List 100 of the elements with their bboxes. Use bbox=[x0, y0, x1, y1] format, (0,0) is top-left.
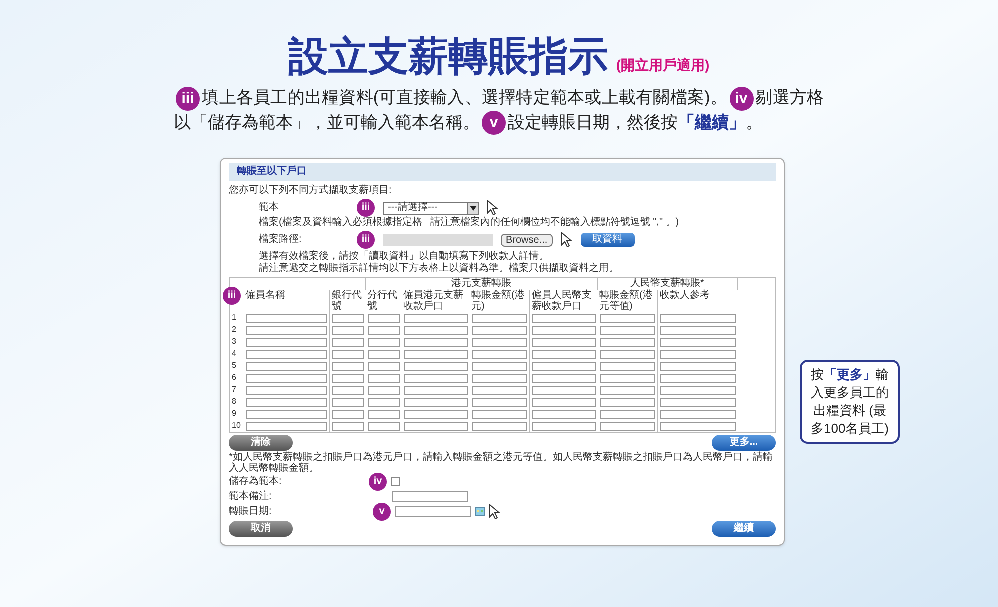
text-field[interactable] bbox=[472, 362, 527, 370]
text-field[interactable] bbox=[660, 386, 736, 394]
text-field[interactable] bbox=[600, 410, 655, 418]
text-field[interactable] bbox=[368, 398, 400, 406]
text-field[interactable] bbox=[660, 350, 736, 358]
text-field[interactable] bbox=[332, 314, 364, 322]
text-field[interactable] bbox=[660, 362, 736, 370]
calendar-icon[interactable] bbox=[475, 507, 485, 516]
text-field[interactable] bbox=[532, 422, 596, 430]
action-button[interactable]: 繼續 bbox=[712, 521, 776, 537]
text-field[interactable] bbox=[404, 374, 468, 382]
text-field[interactable] bbox=[532, 374, 596, 382]
column-header: 僱員人民幣支薪收款戶口 bbox=[532, 290, 592, 312]
text-field[interactable] bbox=[472, 338, 527, 346]
text-field[interactable] bbox=[404, 386, 468, 394]
text-field[interactable] bbox=[246, 350, 327, 358]
text-field[interactable] bbox=[660, 398, 736, 406]
text-field[interactable] bbox=[246, 314, 327, 322]
text-field[interactable] bbox=[368, 374, 400, 382]
column-header: 轉賬金額(港元) bbox=[472, 290, 525, 312]
secondary-button[interactable]: 取消 bbox=[229, 521, 293, 537]
step-badge: iv bbox=[730, 86, 754, 111]
text-field[interactable] bbox=[532, 338, 596, 346]
text-field[interactable] bbox=[472, 326, 527, 334]
text-field[interactable] bbox=[332, 338, 364, 346]
text-field[interactable] bbox=[600, 326, 655, 334]
text-field[interactable] bbox=[332, 374, 364, 382]
text-field[interactable] bbox=[332, 362, 364, 370]
text-field[interactable] bbox=[404, 350, 468, 358]
save-template-checkbox[interactable] bbox=[391, 477, 400, 486]
read-data-button[interactable]: 取資料 bbox=[580, 233, 635, 247]
text-field[interactable] bbox=[368, 338, 400, 346]
text-field[interactable] bbox=[404, 398, 468, 406]
action-button[interactable]: 更多... bbox=[712, 435, 776, 451]
text-field[interactable] bbox=[660, 410, 736, 418]
text-field[interactable] bbox=[368, 422, 400, 430]
file-path-field[interactable] bbox=[383, 234, 493, 246]
text-field[interactable] bbox=[600, 422, 655, 430]
text-field[interactable] bbox=[472, 410, 527, 418]
text-field[interactable] bbox=[368, 410, 400, 418]
text-field[interactable] bbox=[404, 326, 468, 334]
text-field[interactable] bbox=[404, 422, 468, 430]
text-field[interactable] bbox=[660, 326, 736, 334]
text-field[interactable] bbox=[660, 314, 736, 322]
text-field[interactable] bbox=[246, 362, 327, 370]
text-field[interactable] bbox=[332, 410, 364, 418]
text-field[interactable] bbox=[368, 314, 400, 322]
text-field[interactable] bbox=[600, 314, 655, 322]
text-field[interactable] bbox=[472, 422, 527, 430]
text-field[interactable] bbox=[472, 314, 527, 322]
text-field[interactable] bbox=[332, 398, 364, 406]
text-field[interactable] bbox=[532, 314, 596, 322]
text-field[interactable] bbox=[472, 350, 527, 358]
text-field[interactable] bbox=[246, 326, 327, 334]
text-field[interactable] bbox=[368, 326, 400, 334]
text-field[interactable] bbox=[246, 386, 327, 394]
text-field[interactable] bbox=[472, 374, 527, 382]
text-field[interactable] bbox=[368, 386, 400, 394]
text-field[interactable] bbox=[404, 314, 468, 322]
text-field[interactable] bbox=[600, 338, 655, 346]
secondary-button[interactable]: 清除 bbox=[229, 435, 293, 451]
text-field[interactable] bbox=[246, 410, 327, 418]
step-badge: iii bbox=[223, 287, 241, 305]
text-field[interactable] bbox=[332, 386, 364, 394]
text-field[interactable] bbox=[660, 374, 736, 382]
text-field[interactable] bbox=[404, 362, 468, 370]
text-field[interactable] bbox=[600, 386, 655, 394]
instructions-text: iii 填上各員工的出糧資料(可直接輸入、選擇特定範本或上載有關檔案)。 iv 剔選方格以「儲存為範本」，並可輸入範本名稱。 v 設定轉賬日期，然後按「繼續」。 bbox=[174, 86, 824, 136]
text-field[interactable] bbox=[332, 422, 364, 430]
text-field[interactable] bbox=[600, 398, 655, 406]
template-remark-field[interactable] bbox=[392, 491, 468, 502]
text-field[interactable] bbox=[472, 398, 527, 406]
text-field[interactable] bbox=[532, 362, 596, 370]
text-field[interactable] bbox=[532, 386, 596, 394]
text-field[interactable] bbox=[246, 422, 327, 430]
text-field[interactable] bbox=[600, 350, 655, 358]
text-field[interactable] bbox=[404, 410, 468, 418]
text-field[interactable] bbox=[532, 326, 596, 334]
column-header: 轉賬金額(港元等值) bbox=[600, 290, 653, 312]
text-field[interactable] bbox=[532, 398, 596, 406]
template-select[interactable]: ---請選擇--- bbox=[383, 202, 479, 214]
text-field[interactable] bbox=[600, 362, 655, 370]
text-field[interactable] bbox=[600, 374, 655, 382]
transfer-date-field[interactable] bbox=[395, 506, 471, 517]
step-badge: iv bbox=[369, 472, 387, 490]
text-field[interactable] bbox=[368, 362, 400, 370]
text-field[interactable] bbox=[332, 350, 364, 358]
text-field[interactable] bbox=[532, 410, 596, 418]
browse-button[interactable]: Browse... bbox=[501, 234, 553, 246]
text-field[interactable] bbox=[332, 326, 364, 334]
text-field[interactable] bbox=[660, 422, 736, 430]
text-field[interactable] bbox=[532, 350, 596, 358]
text-field[interactable] bbox=[472, 386, 527, 394]
column-header: 僱員名稱 bbox=[246, 290, 286, 301]
text-field[interactable] bbox=[660, 338, 736, 346]
text-field[interactable] bbox=[246, 398, 327, 406]
text-field[interactable] bbox=[246, 338, 327, 346]
text-field[interactable] bbox=[246, 374, 327, 382]
text-field[interactable] bbox=[368, 350, 400, 358]
text-field[interactable] bbox=[404, 338, 468, 346]
